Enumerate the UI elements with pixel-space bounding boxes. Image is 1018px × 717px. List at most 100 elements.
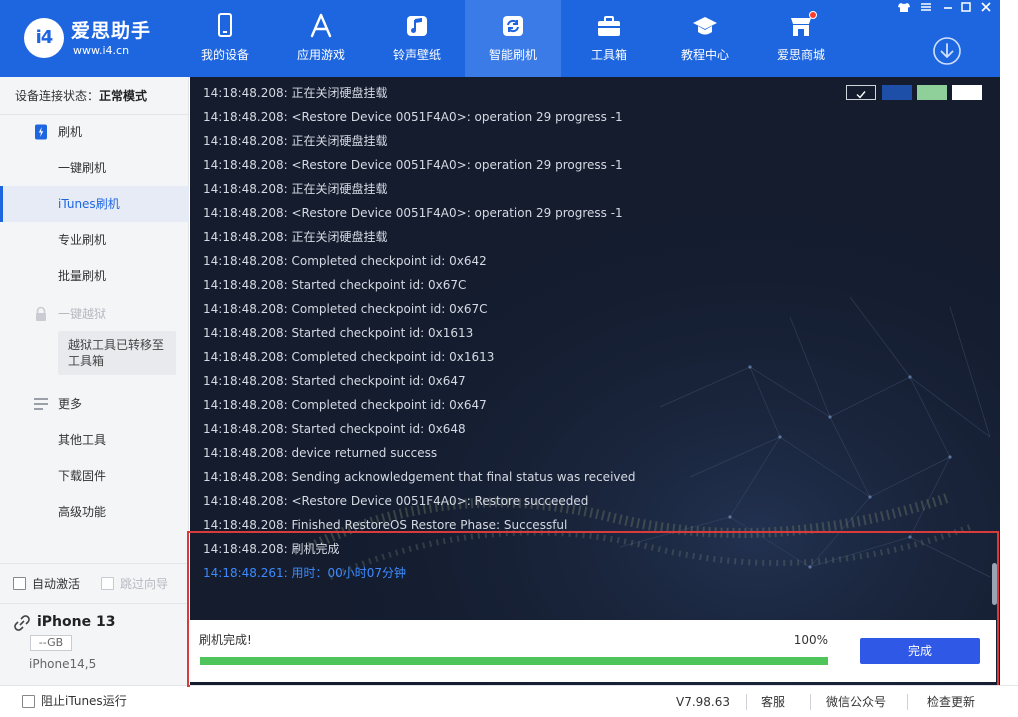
log-lines: 14:18:48.208: 正在关闭硬盘挂载 14:18:48.208: <Res… — [203, 81, 973, 585]
block-itunes-label: 阻止iTunes运行 — [41, 694, 127, 708]
check-update-link[interactable]: 检查更新 — [927, 693, 975, 711]
sidebar-group-label: 刷机 — [58, 125, 83, 139]
sidebar-item-label: 高级功能 — [58, 505, 107, 519]
sidebar-item-itunes-flash[interactable]: iTunes刷机 — [0, 186, 189, 222]
log-line: 14:18:48.208: Completed checkpoint id: 0… — [203, 398, 487, 412]
refresh-icon — [503, 16, 523, 36]
device-info[interactable]: iPhone 13 --GB iPhone14,5 — [0, 603, 189, 678]
sidebar-group-more[interactable]: 更多 — [0, 386, 189, 422]
sidebar-item-label: 其他工具 — [58, 433, 107, 447]
notification-badge — [809, 11, 817, 19]
sidebar: 设备连接状态：正常模式 刷机 一键刷机 iTunes刷机 专业刷机 批量刷机 一… — [0, 77, 189, 717]
progress-panel: 刷机完成! 100% 完成 — [190, 620, 996, 682]
nav-label: 应用游戏 — [296, 48, 345, 62]
maximize-button[interactable] — [958, 0, 974, 14]
log-line: 14:18:48.208: Started checkpoint id: 0x6… — [203, 422, 466, 436]
sidebar-item-pro-flash[interactable]: 专业刷机 — [0, 222, 189, 258]
sidebar-item-advanced[interactable]: 高级功能 — [0, 494, 189, 530]
progress-percent: 100% — [793, 633, 828, 647]
device-storage-badge: --GB — [30, 635, 72, 651]
activation-options: 自动激活 跳过向导 — [0, 563, 189, 603]
lock-icon — [36, 306, 46, 321]
flash-log-panel: 14:18:48.208: 正在关闭硬盘挂载 14:18:48.208: <Res… — [190, 77, 1000, 685]
nav-shop[interactable]: 爱思商城 — [753, 0, 849, 77]
device-name: iPhone 13 — [37, 614, 116, 630]
connection-status-value: 正常模式 — [99, 89, 148, 103]
skip-guide-checkbox — [101, 577, 114, 590]
auto-activate-checkbox[interactable] — [13, 577, 26, 590]
divider — [907, 694, 908, 710]
log-line: 14:18:48.208: device returned success — [203, 446, 438, 460]
done-button[interactable]: 完成 — [860, 638, 980, 664]
nav-my-devices[interactable]: 我的设备 — [177, 0, 273, 77]
nav-label: 爱思商城 — [776, 48, 825, 62]
music-note-icon — [407, 16, 427, 36]
app-store-icon — [310, 13, 332, 38]
progress-bar-fill — [200, 657, 828, 665]
sidebar-item-batch-flash[interactable]: 批量刷机 — [0, 258, 189, 294]
log-line: 14:18:48.261: 用时：00小时07分钟 — [203, 566, 407, 580]
brand-name: 爱思助手 — [71, 20, 152, 42]
nav-smart-flash[interactable]: 智能刷机 — [465, 0, 561, 77]
nav-label: 铃声壁纸 — [392, 48, 441, 62]
log-line: 14:18:48.208: 正在关闭硬盘挂载 — [203, 230, 388, 244]
log-scrollbar[interactable] — [992, 563, 997, 605]
nav-label: 教程中心 — [680, 48, 729, 62]
menu-button[interactable] — [918, 0, 934, 14]
log-line: 14:18:48.208: Completed checkpoint id: 0… — [203, 350, 495, 364]
sidebar-item-label: 批量刷机 — [58, 269, 107, 283]
block-itunes-checkbox[interactable] — [22, 695, 35, 708]
download-icon[interactable] — [932, 36, 962, 66]
sidebar-group-flash[interactable]: 刷机 — [0, 114, 189, 150]
sidebar-item-other-tools[interactable]: 其他工具 — [0, 422, 189, 458]
sidebar-item-label: 一键刷机 — [58, 161, 107, 175]
log-line: 14:18:48.208: Started checkpoint id: 0x1… — [203, 326, 474, 340]
menu-icon — [921, 3, 931, 11]
nav-label: 智能刷机 — [488, 48, 537, 62]
log-line: 14:18:48.208: Completed checkpoint id: 0… — [203, 254, 487, 268]
wechat-link[interactable]: 微信公众号 — [826, 693, 886, 711]
log-line: 14:18:48.208: 正在关闭硬盘挂载 — [203, 134, 388, 148]
toolbox-icon — [598, 16, 620, 36]
skin-button[interactable] — [896, 0, 912, 14]
sidebar-item-download-firmware[interactable]: 下载固件 — [0, 458, 189, 494]
progress-status-text: 刷机完成! — [199, 633, 252, 647]
nav-toolbox[interactable]: 工具箱 — [561, 0, 657, 77]
log-line: 14:18:48.208: 正在关闭硬盘挂载 — [203, 86, 388, 100]
divider — [746, 694, 747, 710]
jailbreak-moved-note: 越狱工具已转移至工具箱 — [58, 331, 176, 375]
top-navigation-bar: i4 爱思助手 www.i4.cn 我的设备 应用游戏 铃声壁纸 智能刷机 工具… — [0, 0, 1000, 77]
device-model: iPhone14,5 — [29, 657, 97, 671]
nav-apps-games[interactable]: 应用游戏 — [273, 0, 369, 77]
log-line: 14:18:48.208: <Restore Device 0051F4A0>:… — [203, 206, 623, 220]
minimize-icon — [944, 7, 952, 9]
log-line: 14:18:48.208: 刷机完成 — [203, 542, 340, 556]
log-line: 14:18:48.208: Completed checkpoint id: 0… — [203, 302, 488, 316]
nav-ringtones-wallpapers[interactable]: 铃声壁纸 — [369, 0, 465, 77]
sidebar-item-label: iTunes刷机 — [58, 197, 120, 211]
nav-tutorials[interactable]: 教程中心 — [657, 0, 753, 77]
connection-status: 设备连接状态：正常模式 — [0, 77, 189, 115]
list-icon — [34, 398, 48, 410]
minimize-button[interactable] — [940, 0, 956, 14]
sidebar-group-label: 更多 — [58, 397, 83, 411]
connection-status-label: 设备连接状态： — [15, 89, 100, 103]
close-button[interactable] — [978, 0, 994, 14]
brand-url: www.i4.cn — [73, 44, 130, 57]
link-icon — [14, 615, 30, 631]
sidebar-item-one-click-flash[interactable]: 一键刷机 — [0, 150, 189, 186]
nav-label: 工具箱 — [590, 48, 627, 62]
logo-glyph: i4 — [35, 27, 54, 48]
nav-label: 我的设备 — [200, 48, 249, 62]
maximize-icon — [961, 2, 971, 12]
sidebar-item-label: 下载固件 — [58, 469, 107, 483]
customer-service-link[interactable]: 客服 — [761, 693, 785, 711]
logo: i4 爱思助手 www.i4.cn — [24, 18, 194, 62]
block-itunes-option: 阻止iTunes运行 — [0, 685, 189, 717]
flash-phone-icon — [35, 124, 47, 140]
skip-guide-label: 跳过向导 — [120, 577, 169, 591]
version-label: V7.98.63 — [676, 695, 731, 709]
log-line: 14:18:48.208: <Restore Device 0051F4A0>:… — [203, 494, 589, 508]
log-line: 14:18:48.208: <Restore Device 0051F4A0>:… — [203, 158, 623, 172]
log-line: 14:18:48.208: Finished RestoreOS Restore… — [203, 518, 568, 532]
